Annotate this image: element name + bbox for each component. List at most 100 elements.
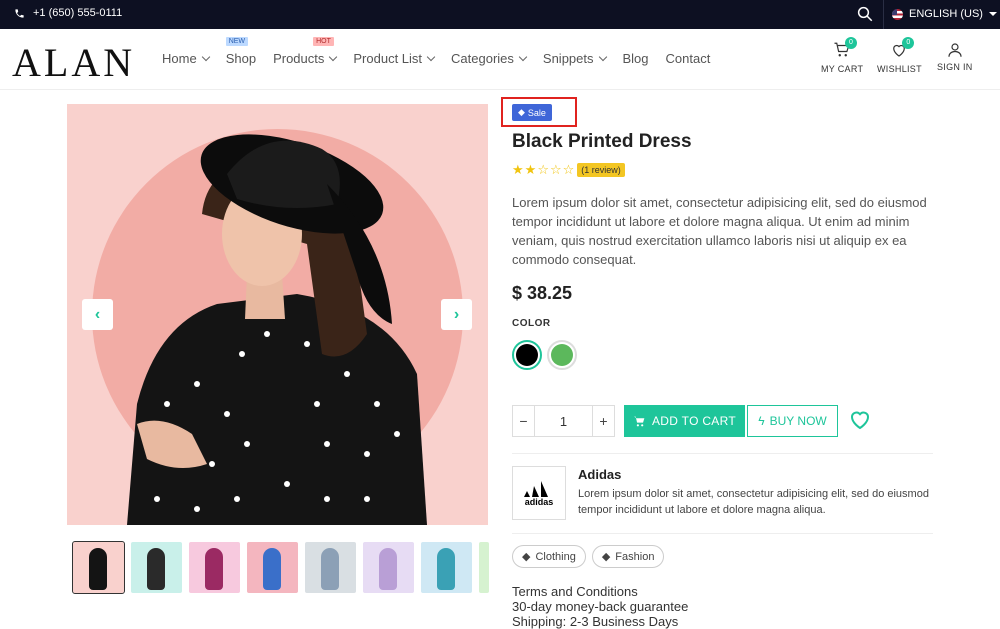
thumbnail-8[interactable] bbox=[479, 542, 489, 593]
product-price: $ 38.25 bbox=[512, 283, 573, 303]
phone-contact[interactable]: +1 (650) 555-0111 bbox=[14, 7, 122, 19]
thumbnail-4[interactable] bbox=[247, 542, 298, 593]
tag-icon: ◆ bbox=[522, 551, 531, 563]
tag-icon: ◆ bbox=[601, 551, 611, 563]
product-title: Black Printed Dress bbox=[512, 131, 692, 152]
nav-label: Product List bbox=[353, 51, 423, 66]
chevron-left-icon: ‹ bbox=[94, 305, 101, 323]
thumbnail-2[interactable] bbox=[131, 542, 182, 593]
thumbnail-3[interactable] bbox=[189, 542, 240, 593]
nav-item-product-list[interactable]: Product List bbox=[353, 51, 436, 66]
divider bbox=[512, 453, 933, 454]
nav-label: Home bbox=[162, 51, 197, 66]
caret-down-icon bbox=[988, 12, 997, 16]
star-filled-icon: ★ bbox=[524, 162, 537, 177]
language-selector[interactable]: ENGLISH (US) bbox=[892, 8, 997, 20]
wishlist-label: WISHLIST bbox=[877, 64, 922, 74]
cart-icon bbox=[634, 416, 645, 426]
model-photo-illustration bbox=[127, 134, 427, 525]
cart-label: MY CART bbox=[821, 64, 864, 74]
signin-link[interactable]: SIGN IN bbox=[937, 41, 973, 72]
brand-logo-text: adidas bbox=[524, 497, 554, 507]
next-image-button[interactable]: › bbox=[441, 299, 472, 330]
top-bar: +1 (650) 555-0111 ENGLISH (US) bbox=[0, 0, 1000, 29]
lightning-icon: ϟ bbox=[758, 414, 765, 428]
terms-guarantee: 30-day money-back guarantee bbox=[512, 599, 689, 614]
highlight-frame bbox=[501, 97, 577, 127]
tag-clothing[interactable]: ◆ Clothing bbox=[512, 545, 586, 568]
terms-shipping: Shipping: 2-3 Business Days bbox=[512, 614, 679, 629]
product-main-image: ‹ › bbox=[67, 104, 488, 525]
chevron-down-icon bbox=[329, 52, 338, 62]
nav-item-home[interactable]: Home bbox=[162, 51, 210, 66]
color-swatch-black[interactable] bbox=[512, 340, 542, 370]
tag-fashion[interactable]: ◆ Fashion bbox=[591, 545, 665, 568]
user-icon bbox=[948, 43, 962, 57]
thumbnail-6[interactable] bbox=[363, 542, 414, 593]
terms-heading: Terms and Conditions bbox=[512, 584, 638, 599]
cart-count: 0 bbox=[845, 37, 858, 49]
quantity-input[interactable] bbox=[534, 406, 593, 436]
chevron-down-icon bbox=[201, 52, 210, 62]
adidas-logo-icon bbox=[524, 481, 548, 497]
search-icon[interactable] bbox=[856, 5, 874, 23]
thumbnail-7[interactable] bbox=[421, 542, 472, 593]
tag-label: Fashion bbox=[615, 550, 655, 563]
language-label: ENGLISH (US) bbox=[909, 8, 983, 20]
nav-item-products[interactable]: HOT Products bbox=[273, 37, 338, 66]
chevron-right-icon: › bbox=[453, 305, 460, 323]
nav-label: Snippets bbox=[542, 51, 594, 66]
product-rating[interactable]: ★ ★ ☆ ☆ ☆ (1 review) bbox=[512, 162, 625, 178]
phone-icon bbox=[15, 8, 24, 18]
star-empty-icon: ☆ bbox=[537, 162, 549, 177]
brand-description: Lorem ipsum dolor sit amet, consectetur … bbox=[578, 488, 929, 516]
product-description: Lorem ipsum dolor sit amet, consectetur … bbox=[512, 195, 927, 267]
color-label: COLOR bbox=[512, 318, 551, 329]
product-tags: ◆ Clothing ◆ Fashion bbox=[512, 545, 665, 568]
cart-link[interactable]: 0 MY CART bbox=[821, 37, 864, 74]
main-header: ALAN Home NEW Shop HOT Products Product … bbox=[0, 29, 1000, 90]
decrease-quantity-button[interactable]: − bbox=[513, 406, 534, 436]
signin-label: SIGN IN bbox=[937, 62, 973, 72]
us-flag-icon bbox=[892, 8, 903, 20]
color-swatch-green[interactable] bbox=[547, 340, 577, 370]
buy-now-label: BUY NOW bbox=[769, 414, 827, 428]
star-empty-icon: ☆ bbox=[562, 162, 575, 177]
nav-label: Blog bbox=[622, 51, 649, 66]
thumbnail-5[interactable] bbox=[305, 542, 356, 593]
nav-item-blog[interactable]: Blog bbox=[623, 51, 649, 66]
chevron-down-icon bbox=[426, 52, 436, 62]
nav-item-categories[interactable]: Categories bbox=[451, 51, 528, 66]
divider bbox=[512, 533, 933, 534]
nav-item-contact[interactable]: Contact bbox=[666, 51, 711, 66]
nav-item-shop[interactable]: NEW Shop bbox=[225, 37, 257, 66]
wishlist-link[interactable]: 0 WISHLIST bbox=[877, 37, 922, 74]
brand-logo[interactable]: adidas bbox=[512, 466, 566, 520]
increase-quantity-button[interactable]: + bbox=[593, 406, 614, 436]
brand-name: Adidas bbox=[578, 467, 622, 482]
add-to-cart-button[interactable]: ADD TO CART bbox=[624, 405, 745, 437]
quantity-stepper: − + bbox=[512, 405, 615, 437]
wishlist-heart-icon[interactable] bbox=[848, 408, 872, 432]
add-to-cart-label: ADD TO CART bbox=[652, 414, 736, 428]
chevron-down-icon bbox=[598, 52, 607, 62]
star-filled-icon: ★ bbox=[512, 162, 524, 177]
nav-label: Shop bbox=[225, 51, 257, 66]
review-count[interactable]: (1 review) bbox=[577, 163, 625, 177]
prev-image-button[interactable]: ‹ bbox=[82, 299, 113, 330]
star-empty-icon: ☆ bbox=[549, 162, 562, 177]
nav-label: Categories bbox=[451, 51, 514, 66]
new-badge: NEW bbox=[225, 37, 249, 46]
topbar-divider bbox=[883, 0, 884, 29]
site-logo[interactable]: ALAN bbox=[12, 39, 135, 86]
tag-label: Clothing bbox=[535, 550, 576, 563]
phone-number: +1 (650) 555-0111 bbox=[33, 7, 123, 19]
hot-badge: HOT bbox=[313, 37, 334, 46]
nav-label: Products bbox=[273, 51, 325, 66]
buy-now-button[interactable]: ϟ BUY NOW bbox=[747, 405, 838, 437]
nav-item-snippets[interactable]: Snippets bbox=[542, 51, 607, 66]
chevron-down-icon bbox=[518, 52, 528, 62]
thumbnail-1[interactable] bbox=[72, 541, 125, 594]
nav-label: Contact bbox=[665, 51, 711, 66]
terms-section: Terms and Conditions 30-day money-back g… bbox=[512, 584, 688, 629]
